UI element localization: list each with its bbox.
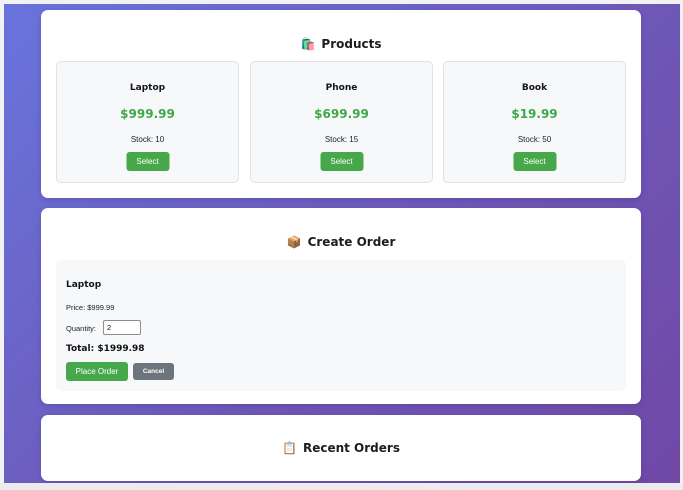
clipboard-icon: 📋 <box>282 441 297 455</box>
create-order-title: Create Order <box>307 235 396 249</box>
product-name: Phone <box>325 83 358 93</box>
select-laptop-button[interactable]: Select <box>126 152 169 171</box>
create-order-card: 📦 Create Order Laptop Price: $999.99 Qua… <box>41 208 641 404</box>
product-card-phone: Phone $699.99 Stock: 15 Select <box>250 61 433 183</box>
recent-orders-title: Recent Orders <box>302 441 400 455</box>
order-form-panel: Laptop Price: $999.99 Quantity: Total: $… <box>56 260 626 391</box>
products-title: Products <box>321 37 382 51</box>
quantity-input[interactable] <box>103 320 141 335</box>
product-price: $699.99 <box>314 107 369 121</box>
select-phone-button[interactable]: Select <box>320 152 363 171</box>
window-bottom-edge <box>0 483 683 490</box>
product-price: $19.99 <box>511 107 558 121</box>
product-card-laptop: Laptop $999.99 Stock: 10 Select <box>56 61 239 183</box>
selected-product-name: Laptop <box>66 280 102 290</box>
product-price: $999.99 <box>120 107 175 121</box>
create-order-heading: 📦 Create Order <box>41 235 641 249</box>
products-card: 🛍️ Products Laptop $999.99 Stock: 10 Sel… <box>41 10 641 198</box>
place-order-button[interactable]: Place Order <box>66 362 128 381</box>
product-stock: Stock: 15 <box>324 135 359 144</box>
products-heading: 🛍️ Products <box>41 37 641 51</box>
app-viewport: 🛍️ Products Laptop $999.99 Stock: 10 Sel… <box>4 4 680 483</box>
shopping-bags-icon: 🛍️ <box>300 37 316 51</box>
quantity-label: Quantity: <box>66 324 97 333</box>
product-stock: Stock: 10 <box>130 135 165 144</box>
package-icon: 📦 <box>286 235 302 249</box>
product-name: Laptop <box>129 83 166 93</box>
select-book-button[interactable]: Select <box>513 152 556 171</box>
selected-product-price: Price: $999.99 <box>66 303 115 312</box>
order-total: Total: $1999.98 <box>66 344 145 354</box>
cancel-button[interactable]: Cancel <box>133 363 174 380</box>
recent-orders-heading: 📋 Recent Orders <box>41 441 641 455</box>
product-name: Book <box>521 83 548 93</box>
recent-orders-card: 📋 Recent Orders <box>41 415 641 481</box>
product-card-book: Book $19.99 Stock: 50 Select <box>443 61 626 183</box>
product-stock: Stock: 50 <box>517 135 552 144</box>
